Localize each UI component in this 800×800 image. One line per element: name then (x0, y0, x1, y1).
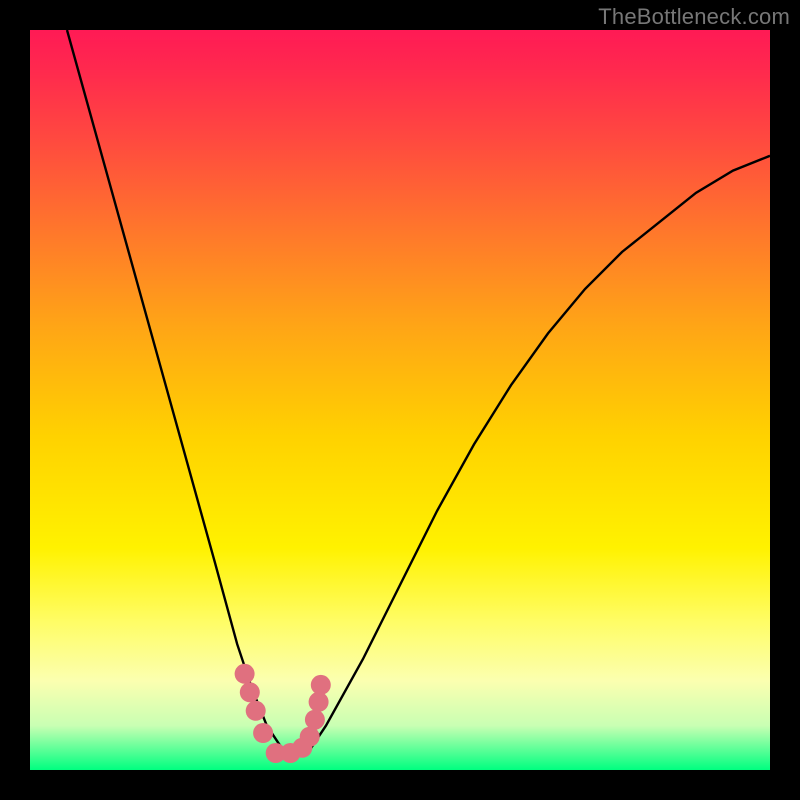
bottleneck-curve (67, 30, 770, 755)
highlight-dot (253, 723, 273, 743)
highlight-dot (240, 682, 260, 702)
watermark-text: TheBottleneck.com (598, 4, 790, 30)
highlight-dot (235, 664, 255, 684)
chart-frame: TheBottleneck.com (0, 0, 800, 800)
highlight-dot (311, 675, 331, 695)
highlight-dot (305, 710, 325, 730)
curve-layer (30, 30, 770, 770)
highlight-dot (309, 692, 329, 712)
highlight-dot (246, 701, 266, 721)
plot-area (30, 30, 770, 770)
highlight-points (235, 664, 331, 763)
highlight-dot (300, 727, 320, 747)
